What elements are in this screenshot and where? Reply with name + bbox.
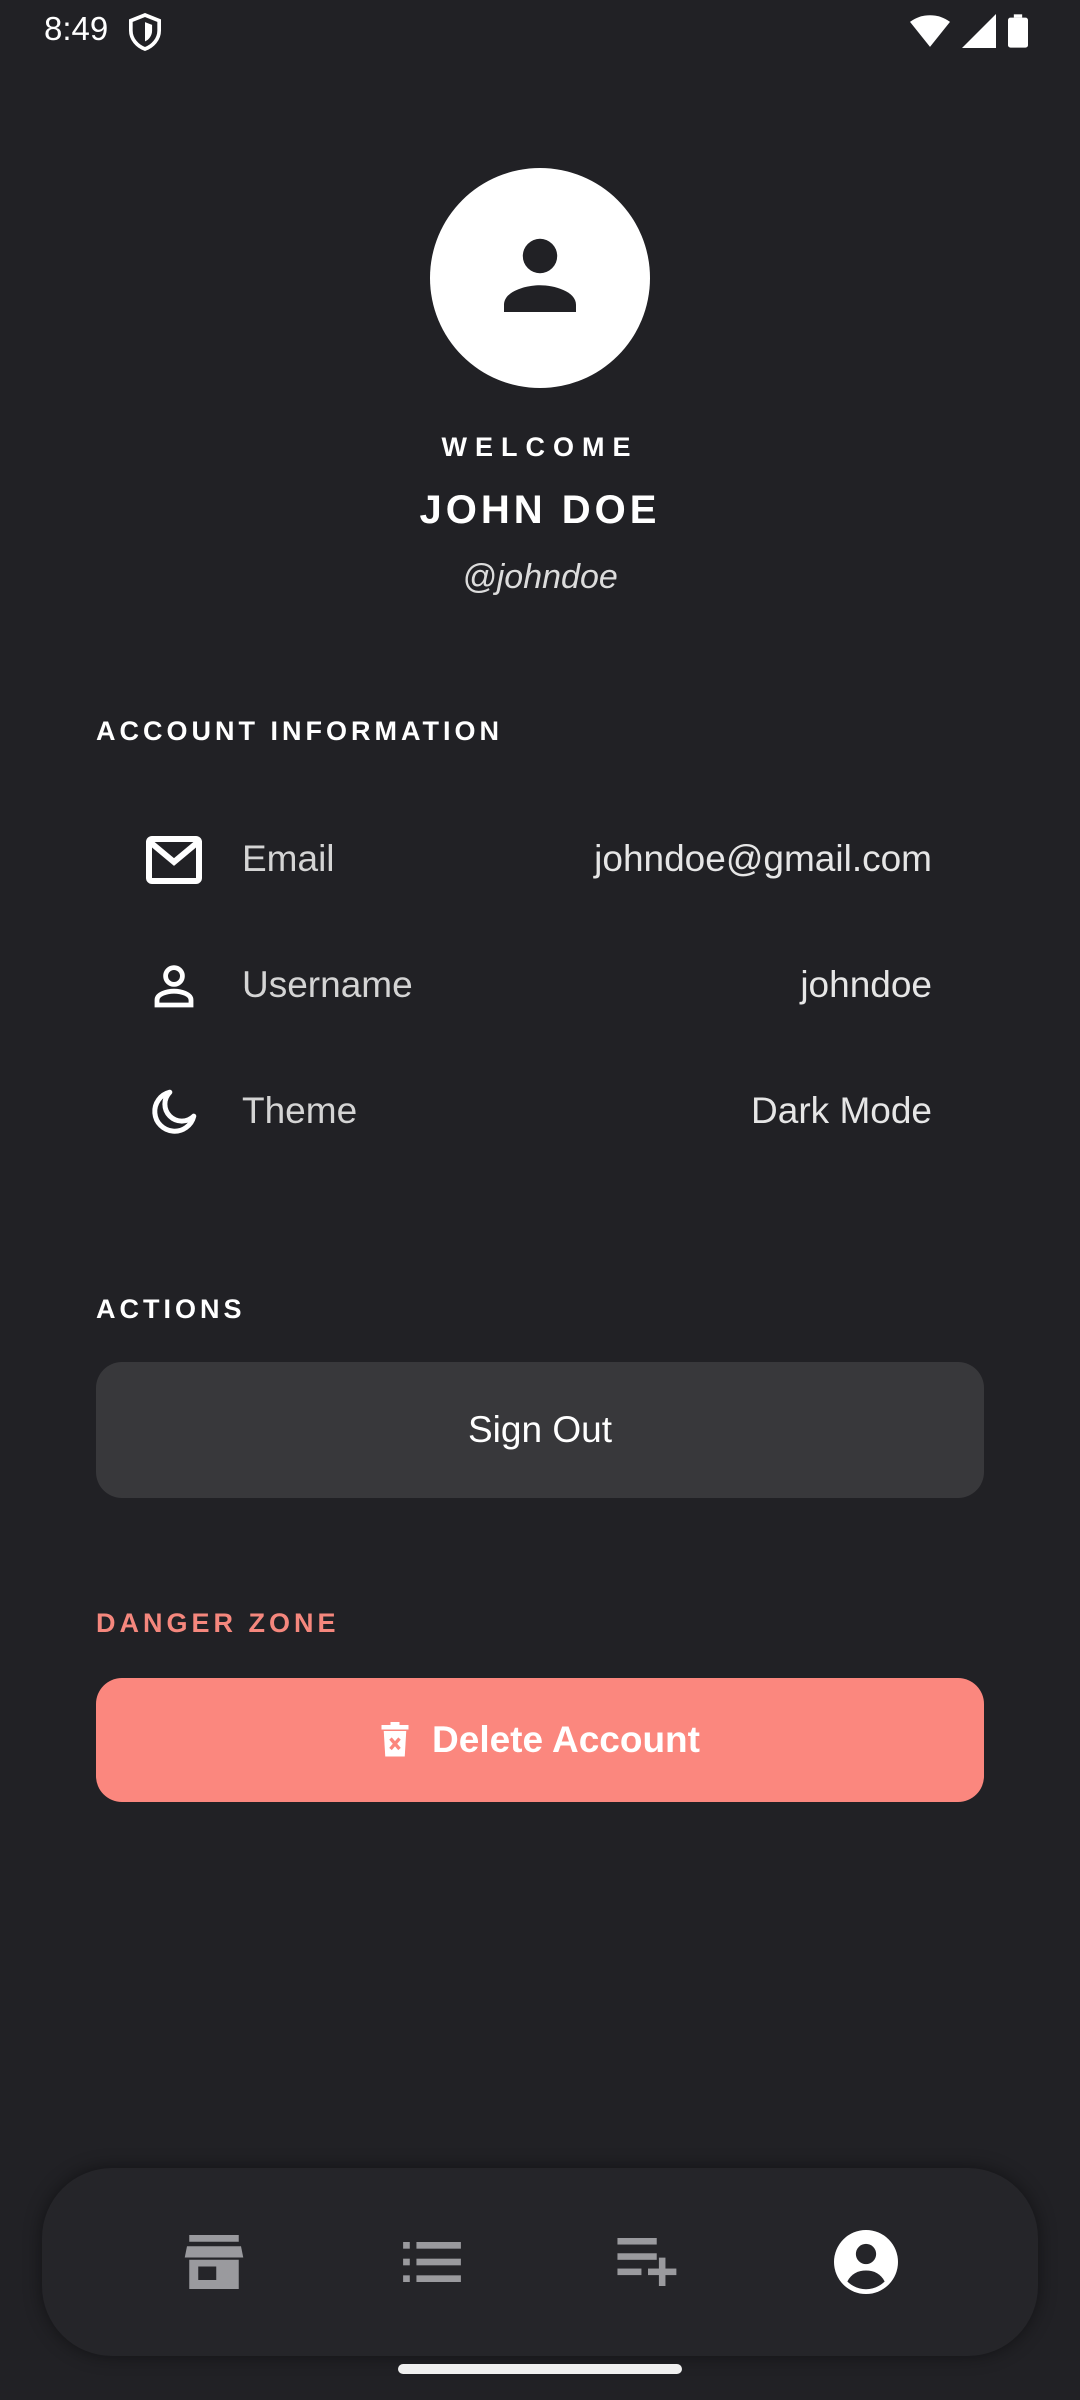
account-info-title: ACCOUNT INFORMATION: [96, 716, 503, 746]
nav-list[interactable]: [392, 2224, 472, 2304]
person-outline-icon: [144, 960, 204, 1012]
delete-account-label: Delete Account: [432, 1719, 700, 1760]
wifi-icon: [910, 15, 950, 47]
status-time: 8:49: [44, 10, 109, 47]
theme-label: Theme: [242, 1090, 358, 1131]
moon-icon: [144, 1086, 204, 1138]
signal-icon: [962, 14, 996, 48]
trash-icon: [380, 1722, 410, 1758]
home-indicator[interactable]: [398, 2364, 682, 2374]
list-icon: [403, 2241, 461, 2287]
bottom-navigation: [42, 2168, 1038, 2356]
sign-out-button[interactable]: Sign Out: [96, 1362, 984, 1498]
username-row: Username johndoe: [96, 944, 932, 1024]
welcome-label: WELCOME: [441, 432, 639, 462]
username-label: Username: [242, 964, 413, 1005]
battery-icon: [1008, 14, 1028, 48]
nav-store[interactable]: [174, 2224, 254, 2304]
delete-account-button[interactable]: Delete Account: [96, 1678, 984, 1802]
mail-icon: [144, 834, 204, 886]
avatar: [430, 168, 650, 388]
profile-screen: 8:49 WELCOME JOHN DOE @johndoe ACCOUNT I…: [0, 0, 1080, 2400]
status-icons: [910, 14, 1028, 48]
theme-row[interactable]: Theme Dark Mode: [96, 1070, 932, 1150]
username-value: johndoe: [800, 964, 932, 1005]
status-bar: 8:49: [0, 0, 1080, 64]
store-icon: [184, 2234, 244, 2294]
shield-icon: [128, 13, 162, 51]
sign-out-label: Sign Out: [468, 1409, 612, 1450]
nav-account[interactable]: [826, 2224, 906, 2304]
account-circle-icon: [834, 2229, 898, 2299]
person-icon: [492, 228, 588, 329]
actions-title: ACTIONS: [96, 1294, 246, 1324]
user-handle: @johndoe: [462, 558, 618, 596]
email-row: Email johndoe@gmail.com: [96, 818, 932, 898]
nav-add-to-list[interactable]: [608, 2224, 688, 2304]
playlist-add-icon: [617, 2237, 679, 2291]
email-value: johndoe@gmail.com: [594, 838, 932, 879]
email-label: Email: [242, 838, 335, 879]
theme-value: Dark Mode: [751, 1090, 932, 1131]
user-full-name: JOHN DOE: [419, 488, 661, 532]
danger-zone-title: DANGER ZONE: [96, 1608, 340, 1638]
